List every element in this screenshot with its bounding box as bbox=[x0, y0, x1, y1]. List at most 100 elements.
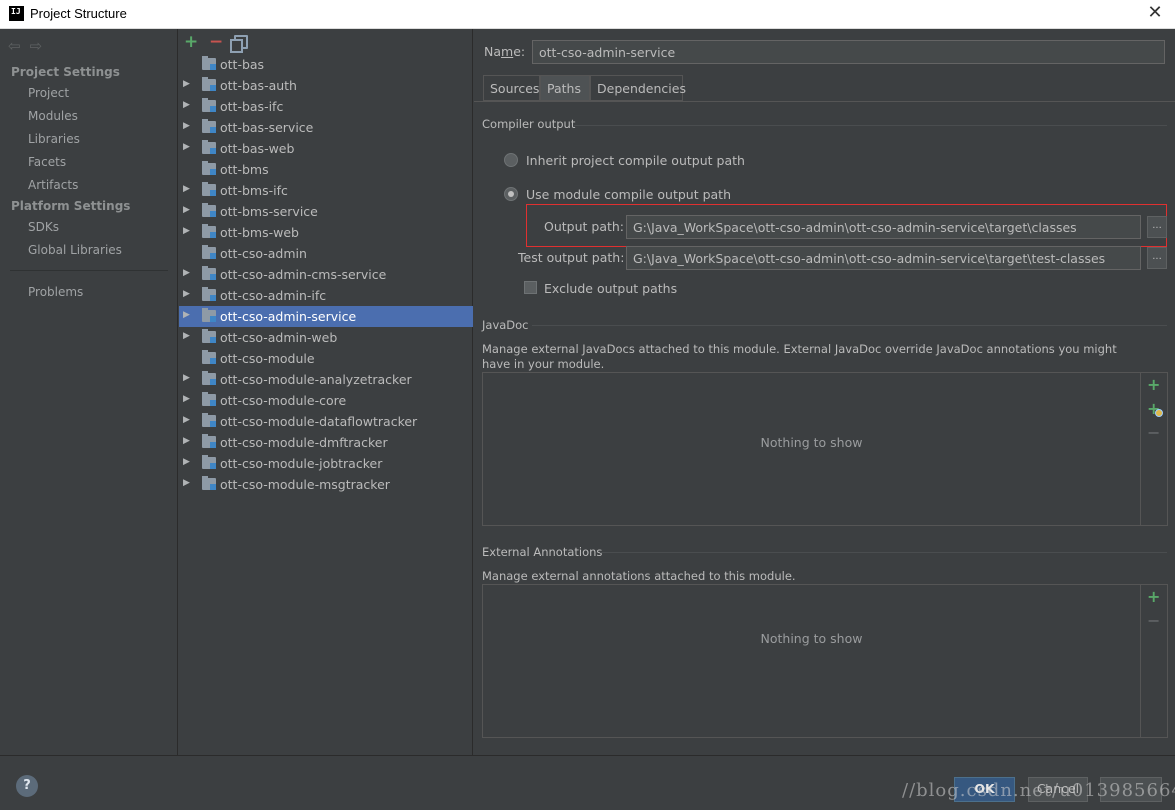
module-row[interactable]: ▶ ott-cso-module-dmftracker bbox=[179, 432, 473, 453]
expand-arrow-icon[interactable]: ▶ bbox=[183, 373, 190, 383]
external-annotations-list[interactable]: Nothing to show bbox=[482, 584, 1141, 738]
nav-item-facets[interactable]: Facets bbox=[28, 155, 66, 169]
javadoc-divider bbox=[532, 325, 1167, 326]
nav-item-libraries[interactable]: Libraries bbox=[28, 132, 80, 146]
module-row[interactable]: ott-cso-admin bbox=[179, 243, 473, 264]
expand-arrow-icon[interactable]: ▶ bbox=[183, 310, 190, 320]
module-folder-icon bbox=[202, 77, 216, 91]
module-name: ott-bms-ifc bbox=[220, 183, 288, 198]
module-row[interactable]: ▶ ott-bms-web bbox=[179, 222, 473, 243]
nav-item-project[interactable]: Project bbox=[28, 86, 69, 100]
back-arrow-icon[interactable]: ⇦ bbox=[8, 37, 21, 55]
module-name: ott-cso-module-jobtracker bbox=[220, 456, 383, 471]
external-annotations-heading: External Annotations bbox=[482, 545, 603, 559]
add-annotation-icon[interactable]: + bbox=[1147, 587, 1160, 606]
module-row[interactable]: ▶ ott-cso-module-msgtracker bbox=[179, 474, 473, 495]
module-name-input[interactable]: ott-cso-admin-service bbox=[532, 40, 1165, 64]
tab-dependencies[interactable]: Dependencies bbox=[590, 75, 686, 101]
module-row[interactable]: ▶ ott-cso-module-dataflowtracker bbox=[179, 411, 473, 432]
watermark: //blog.csdn.net/u013985664 bbox=[902, 780, 1175, 801]
expand-arrow-icon[interactable]: ▶ bbox=[183, 79, 190, 89]
nav-divider bbox=[10, 270, 168, 271]
module-folder-icon bbox=[202, 224, 216, 238]
module-name: ott-cso-admin-ifc bbox=[220, 288, 327, 303]
module-row[interactable]: ▶ ott-cso-admin-ifc bbox=[179, 285, 473, 306]
forward-arrow-icon[interactable]: ⇨ bbox=[30, 37, 43, 55]
module-folder-icon bbox=[202, 329, 216, 343]
nav-item-global-libraries[interactable]: Global Libraries bbox=[28, 243, 122, 257]
module-row[interactable]: ▶ ott-bms-service bbox=[179, 201, 473, 222]
module-row[interactable]: ▶ ott-cso-module-core bbox=[179, 390, 473, 411]
module-folder-icon bbox=[202, 413, 216, 427]
tab-sources[interactable]: Sources bbox=[483, 75, 540, 101]
inherit-output-path-label: Inherit project compile output path bbox=[526, 153, 745, 168]
module-name: ott-cso-module-analyzetracker bbox=[220, 372, 412, 387]
add-module-icon[interactable]: + bbox=[184, 32, 198, 52]
expand-arrow-icon[interactable]: ▶ bbox=[183, 436, 190, 446]
module-row[interactable]: ott-bms bbox=[179, 159, 473, 180]
remove-javadoc-icon[interactable]: − bbox=[1147, 423, 1160, 442]
test-output-path-input[interactable]: G:\Java_WorkSpace\ott-cso-admin\ott-cso-… bbox=[626, 246, 1141, 270]
module-row[interactable]: ▶ ott-bms-ifc bbox=[179, 180, 473, 201]
module-folder-icon bbox=[202, 56, 216, 70]
module-folder-icon bbox=[202, 98, 216, 112]
remove-module-icon[interactable]: − bbox=[209, 32, 223, 52]
module-row[interactable]: ▶ ott-cso-module-analyzetracker bbox=[179, 369, 473, 390]
external-annotations-description: Manage external annotations attached to … bbox=[482, 569, 796, 583]
module-name: ott-bms-web bbox=[220, 225, 299, 240]
module-name: ott-cso-admin-cms-service bbox=[220, 267, 387, 282]
nav-item-sdks[interactable]: SDKs bbox=[28, 220, 59, 234]
expand-arrow-icon[interactable]: ▶ bbox=[183, 121, 190, 131]
module-row[interactable]: ▶ ott-bas-service bbox=[179, 117, 473, 138]
remove-annotation-icon[interactable]: − bbox=[1147, 611, 1160, 630]
expand-arrow-icon[interactable]: ▶ bbox=[183, 457, 190, 467]
external-annotations-empty-text: Nothing to show bbox=[760, 631, 863, 646]
add-javadoc-url-icon[interactable]: + bbox=[1147, 399, 1164, 418]
copy-module-icon[interactable] bbox=[230, 35, 248, 53]
compiler-output-divider bbox=[574, 125, 1167, 126]
inherit-output-path-radio[interactable] bbox=[504, 153, 518, 167]
nav-item-modules[interactable]: Modules bbox=[28, 109, 78, 123]
expand-arrow-icon[interactable]: ▶ bbox=[183, 331, 190, 341]
module-name: ott-cso-module-dataflowtracker bbox=[220, 414, 418, 429]
expand-arrow-icon[interactable]: ▶ bbox=[183, 478, 190, 488]
tab-paths[interactable]: Paths bbox=[540, 75, 590, 101]
expand-arrow-icon[interactable]: ▶ bbox=[183, 142, 190, 152]
expand-arrow-icon[interactable]: ▶ bbox=[183, 205, 190, 215]
javadoc-list[interactable]: Nothing to show bbox=[482, 372, 1141, 526]
exclude-output-paths-checkbox[interactable] bbox=[524, 281, 537, 294]
platform-settings-heading: Platform Settings bbox=[11, 199, 131, 213]
module-name: ott-bas bbox=[220, 57, 265, 72]
output-path-browse-button[interactable]: ... bbox=[1147, 216, 1167, 238]
external-annotations-divider bbox=[600, 552, 1167, 553]
module-name: ott-bms bbox=[220, 162, 269, 177]
close-icon[interactable]: ✕ bbox=[1135, 0, 1175, 28]
expand-arrow-icon[interactable]: ▶ bbox=[183, 394, 190, 404]
module-row[interactable]: ott-cso-module bbox=[179, 348, 473, 369]
expand-arrow-icon[interactable]: ▶ bbox=[183, 184, 190, 194]
module-row[interactable]: ▶ ott-bas-web bbox=[179, 138, 473, 159]
module-row[interactable]: ▶ ott-cso-admin-web bbox=[179, 327, 473, 348]
expand-arrow-icon[interactable]: ▶ bbox=[183, 226, 190, 236]
module-folder-icon bbox=[202, 182, 216, 196]
nav-item-problems[interactable]: Problems bbox=[28, 285, 83, 299]
expand-arrow-icon[interactable]: ▶ bbox=[183, 415, 190, 425]
expand-arrow-icon[interactable]: ▶ bbox=[183, 100, 190, 110]
module-row[interactable]: ▶ ott-cso-admin-service bbox=[179, 306, 473, 327]
add-javadoc-icon[interactable]: + bbox=[1147, 375, 1160, 394]
module-tree: ott-bas ▶ ott-bas-auth ▶ ott-bas-ifc ▶ ott-bas… bbox=[179, 54, 473, 495]
nav-item-artifacts[interactable]: Artifacts bbox=[28, 178, 78, 192]
module-name: ott-bas-web bbox=[220, 141, 295, 156]
output-path-input[interactable]: G:\Java_WorkSpace\ott-cso-admin\ott-cso-… bbox=[626, 215, 1141, 239]
module-row[interactable]: ▶ ott-cso-module-jobtracker bbox=[179, 453, 473, 474]
module-output-path-radio[interactable] bbox=[504, 187, 518, 201]
module-row[interactable]: ▶ ott-bas-ifc bbox=[179, 96, 473, 117]
module-row[interactable]: ott-bas bbox=[179, 54, 473, 75]
expand-arrow-icon[interactable]: ▶ bbox=[183, 268, 190, 278]
test-output-path-browse-button[interactable]: ... bbox=[1147, 247, 1167, 269]
module-row[interactable]: ▶ ott-bas-auth bbox=[179, 75, 473, 96]
expand-arrow-icon[interactable]: ▶ bbox=[183, 289, 190, 299]
module-folder-icon bbox=[202, 350, 216, 364]
help-icon[interactable]: ? bbox=[16, 775, 38, 797]
module-row[interactable]: ▶ ott-cso-admin-cms-service bbox=[179, 264, 473, 285]
